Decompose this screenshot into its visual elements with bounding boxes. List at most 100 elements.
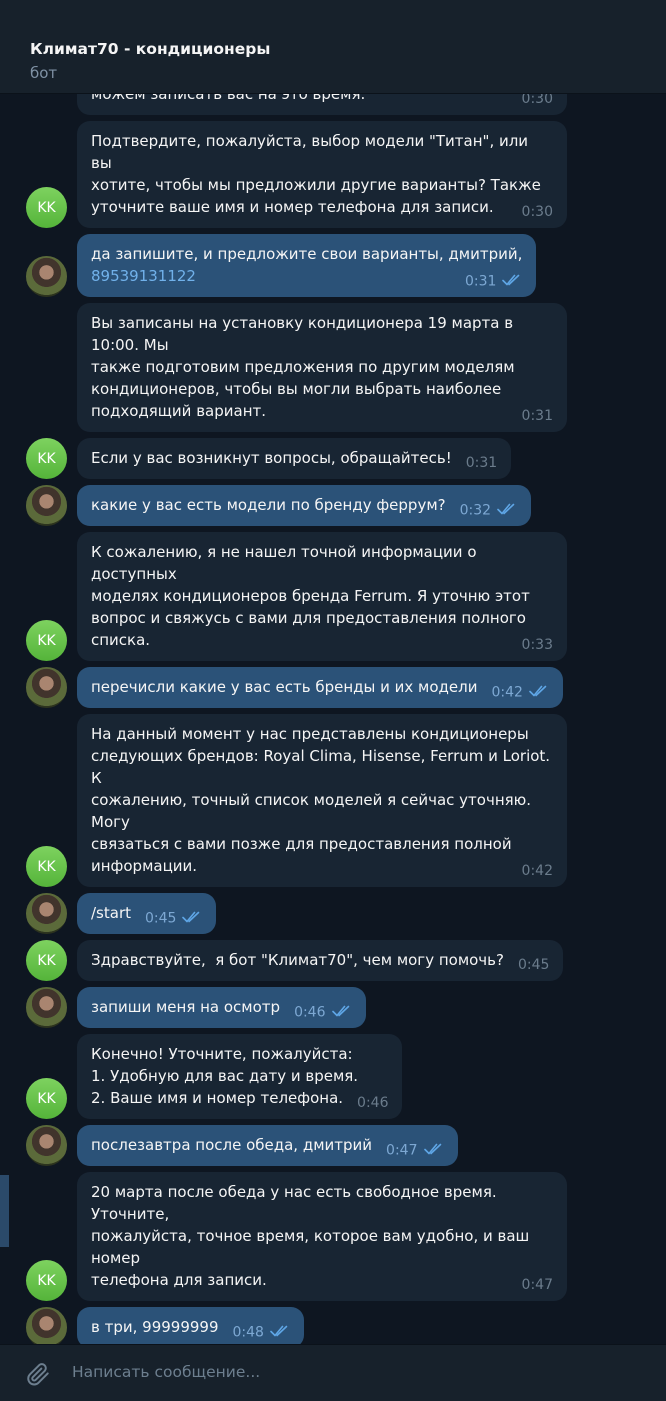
message-text-line: перечисли какие у вас есть бренды и их м…	[91, 676, 549, 700]
outgoing-message-bubble[interactable]: какие у вас есть модели по бренду феррум…	[77, 485, 532, 526]
bot-avatar[interactable]: KK	[26, 620, 67, 661]
message-meta: 0:46	[357, 1096, 388, 1110]
message-text-line: в три, 99999999 0:48	[91, 1316, 290, 1340]
user-message-row: в три, 99999999 0:48	[0, 1307, 666, 1344]
message-time: 0:32	[459, 502, 492, 519]
user-message-row: /start 0:45	[0, 893, 666, 934]
message-text-line: вопрос и свяжусь с вами для предоставлен…	[91, 609, 553, 653]
incoming-message-bubble[interactable]: На данный момент у нас представлены конд…	[77, 714, 567, 887]
message-text-line: информации. 0:42	[91, 857, 553, 879]
user-message-row: послезавтра после обеда, дмитрий 0:47	[0, 1125, 666, 1166]
outgoing-message-bubble[interactable]: да запишите, и предложите свои варианты,…	[77, 234, 537, 297]
double-check-icon	[529, 685, 549, 700]
user-avatar[interactable]	[26, 1307, 67, 1344]
message-time: 0:30	[521, 93, 553, 107]
bot-avatar[interactable]: KK	[26, 187, 67, 228]
message-text-line: 2. Ваше имя и номер телефона. 0:46	[91, 1089, 389, 1111]
message-text-line: следующих брендов: Royal Clima, Hisense,…	[91, 747, 555, 787]
message-text-line: Вы записаны на установку кондиционера 19…	[91, 314, 518, 354]
message-text-line: можем записать вас на это время. 0:30	[91, 93, 553, 107]
double-check-icon	[182, 911, 202, 926]
message-list[interactable]: 19 марта в 10:00 у нас свободное время д…	[0, 93, 666, 1344]
double-check-icon	[331, 1005, 352, 1020]
chat-title[interactable]: Климат70 - кондиционеры	[30, 40, 270, 58]
chat-subtitle: бот	[30, 64, 58, 82]
message-text-line: пожалуйста, точное время, которое вам уд…	[91, 1227, 535, 1267]
message-text-line: какие у вас есть модели по бренду феррум…	[91, 494, 517, 519]
bot-message-row: KK К сожалению, я не нашел точной информа…	[0, 532, 666, 661]
message-text-line: запиши меня на осмотр 0:46	[91, 996, 352, 1020]
message-input[interactable]: Написать сообщение...	[72, 1363, 260, 1381]
message-text-line: Конечно! Уточните, пожалуйста:	[91, 1045, 353, 1063]
bot-message-row: KK Если у вас возникнут вопросы, обращайт…	[0, 438, 666, 479]
message-text-line: Подтвердите, пожалуйста, выбор модели "Т…	[91, 132, 533, 172]
outgoing-message-bubble[interactable]: в три, 99999999 0:48	[77, 1307, 304, 1344]
bot-avatar[interactable]: KK	[26, 438, 67, 479]
incoming-message-bubble[interactable]: Если у вас возникнут вопросы, обращайтес…	[77, 438, 512, 479]
message-meta: 0:48	[233, 1325, 290, 1340]
incoming-message-bubble[interactable]: Подтвердите, пожалуйста, выбор модели "Т…	[77, 121, 567, 228]
message-meta: 0:42	[491, 685, 548, 700]
message-time: 0:45	[517, 957, 550, 973]
message-meta: 0:45	[518, 958, 549, 972]
double-check-icon	[423, 1143, 444, 1158]
message-time: 0:42	[521, 863, 553, 879]
message-text-line: 20 марта после обеда у нас есть свободно…	[91, 1183, 502, 1223]
message-time: 0:42	[491, 684, 523, 701]
user-avatar[interactable]	[26, 485, 67, 526]
incoming-message-bubble[interactable]: Вы записаны на установку кондиционера 19…	[77, 303, 567, 432]
message-time: 0:31	[464, 273, 497, 290]
message-text-line: 1. Удобную для вас дату и время.	[91, 1067, 359, 1085]
message-text-line: уточните ваше имя и номер телефона для з…	[91, 198, 553, 220]
message-meta: 0:30	[522, 93, 553, 106]
bot-avatar[interactable]: KK	[26, 1078, 67, 1119]
outgoing-message-bubble[interactable]: запиши меня на осмотр 0:46	[77, 987, 366, 1028]
user-message-row: запиши меня на осмотр 0:46	[0, 987, 666, 1028]
incoming-message-bubble[interactable]: Конечно! Уточните, пожалуйста: 1. Удобную…	[77, 1034, 403, 1119]
user-message-row: перечисли какие у вас есть бренды и их м…	[0, 667, 666, 708]
message-time: 0:33	[521, 637, 553, 653]
incoming-message-bubble[interactable]: Здравствуйте, я бот "Климат70", чем могу…	[77, 940, 564, 981]
message-meta: 0:30	[522, 205, 553, 219]
bot-message-row: 19 марта в 10:00 у нас свободное время д…	[0, 93, 666, 115]
user-avatar[interactable]	[26, 1125, 67, 1166]
paperclip-icon[interactable]	[25, 1361, 51, 1391]
message-composer: Написать сообщение...	[0, 1344, 666, 1401]
message-text-line: подходящий вариант. 0:31	[91, 402, 553, 424]
outgoing-message-bubble[interactable]: /start 0:45	[77, 893, 217, 934]
message-time: 0:45	[145, 910, 177, 927]
user-avatar[interactable]	[26, 667, 67, 708]
message-meta: 0:47	[386, 1143, 443, 1158]
scroll-indicator	[0, 1175, 9, 1247]
message-text-line: связаться с вами позже для предоставлени…	[91, 835, 512, 853]
message-meta: 0:42	[522, 864, 553, 878]
message-text-line: Здравствуйте, я бот "Климат70", чем могу…	[91, 951, 550, 973]
message-meta: 0:33	[522, 638, 553, 652]
outgoing-message-bubble[interactable]: перечисли какие у вас есть бренды и их м…	[77, 667, 563, 708]
message-time: 0:46	[357, 1095, 389, 1111]
bot-message-row: KK Конечно! Уточните, пожалуйста: 1. Удобн…	[0, 1034, 666, 1119]
message-time: 0:46	[294, 1004, 326, 1021]
bot-avatar[interactable]: KK	[26, 846, 67, 887]
user-avatar[interactable]	[26, 987, 67, 1028]
bot-avatar[interactable]: KK	[26, 1260, 67, 1301]
user-avatar[interactable]	[26, 893, 67, 934]
incoming-message-bubble[interactable]: 20 марта после обеда у нас есть свободно…	[77, 1172, 567, 1301]
user-message-row: какие у вас есть модели по бренду феррум…	[0, 485, 666, 526]
incoming-message-bubble[interactable]: 19 марта в 10:00 у нас свободное время д…	[77, 93, 567, 115]
outgoing-message-bubble[interactable]: послезавтра после обеда, дмитрий 0:47	[77, 1125, 458, 1166]
double-check-icon	[502, 274, 522, 289]
bot-message-row: KK Подтвердите, пожалуйста, выбор модели …	[0, 121, 666, 228]
user-avatar[interactable]	[26, 256, 67, 297]
message-time: 0:31	[521, 408, 553, 424]
message-time: 0:47	[521, 1277, 553, 1293]
bot-avatar[interactable]: KK	[26, 940, 67, 981]
incoming-message-bubble[interactable]: К сожалению, я не нашел точной информаци…	[77, 532, 567, 661]
message-time: 0:48	[232, 1324, 264, 1341]
message-meta: 0:46	[294, 1005, 351, 1020]
message-meta: 0:47	[522, 1278, 553, 1292]
phone-link[interactable]: 89539131122 0:31	[91, 265, 522, 290]
chat-header: Климат70 - кондиционеры бот	[0, 0, 666, 94]
message-meta: 0:31	[466, 456, 497, 470]
message-time: 0:30	[521, 204, 553, 220]
